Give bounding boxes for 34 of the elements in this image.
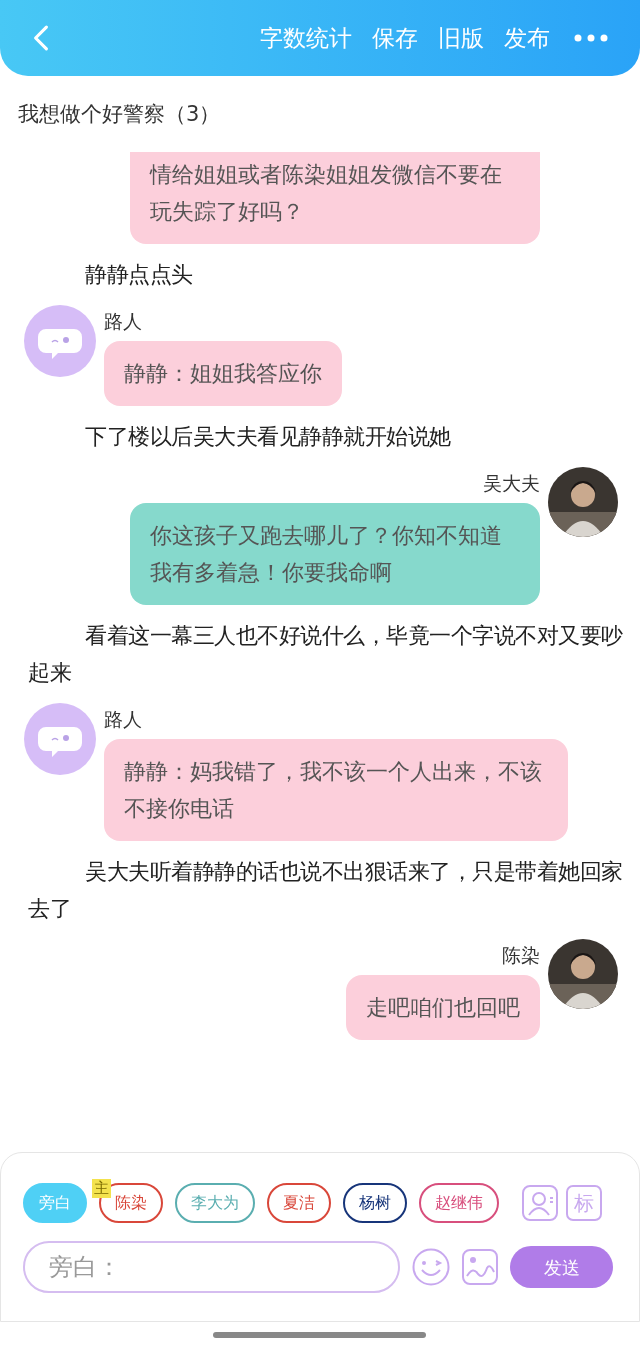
- emoji-icon[interactable]: [412, 1248, 450, 1286]
- message-bubble: 走吧咱们也回吧: [346, 975, 540, 1040]
- image-icon[interactable]: [462, 1249, 498, 1285]
- character-chip[interactable]: 李大为: [175, 1183, 255, 1223]
- character-chip[interactable]: 夏洁: [267, 1183, 331, 1223]
- header-action[interactable]: 保存: [372, 20, 418, 56]
- header-action[interactable]: 旧版: [438, 20, 484, 56]
- header-action[interactable]: 发布: [504, 20, 550, 56]
- speaker-name: 吴大夫: [483, 471, 540, 495]
- message-bubble: 静静：姐姐我答应你: [104, 341, 342, 406]
- narration-text: 吴大夫听着静静的话也说不出狠话来了，只是带着她回家去了: [27, 858, 624, 923]
- message-input[interactable]: 旁白：: [23, 1241, 400, 1293]
- send-button[interactable]: 发送: [510, 1246, 613, 1288]
- header-action[interactable]: 字数统计: [260, 20, 352, 56]
- message-bubble: 静静：妈我错了，我不该一个人出来，不该不接你电话: [104, 739, 568, 841]
- chapter-title: 我想做个好警察（3）: [17, 101, 222, 128]
- character-chip[interactable]: 旁白: [23, 1183, 87, 1223]
- message-bubble: 情给姐姐或者陈染姐姐发微信不要在玩失踪了好吗？: [130, 152, 540, 244]
- message-bubble: 你这孩子又跑去哪儿了？你知不知道我有多着急！你要我命啊: [130, 503, 540, 605]
- contact-card-icon[interactable]: [522, 1185, 558, 1221]
- speaker-name: 陈染: [502, 943, 540, 967]
- main-badge: 主: [92, 1179, 111, 1198]
- chat-bubble-avatar-icon: [24, 703, 96, 775]
- narration-text: 下了楼以后吴大夫看见静静就开始说她: [84, 423, 452, 451]
- back-icon[interactable]: [32, 24, 50, 52]
- narration-text: 静静点点头: [84, 261, 194, 289]
- chat-bubble-avatar-icon: [24, 305, 96, 377]
- speaker-name: 路人: [104, 707, 142, 731]
- character-chip[interactable]: 赵继伟: [419, 1183, 499, 1223]
- character-chip[interactable]: 杨树: [343, 1183, 407, 1223]
- speaker-name: 路人: [104, 309, 142, 333]
- mark-button[interactable]: 标: [566, 1185, 602, 1221]
- narration-text: 看着这一幕三人也不好说什么，毕竟一个字说不对又要吵起来: [27, 622, 624, 687]
- more-icon[interactable]: [574, 34, 608, 42]
